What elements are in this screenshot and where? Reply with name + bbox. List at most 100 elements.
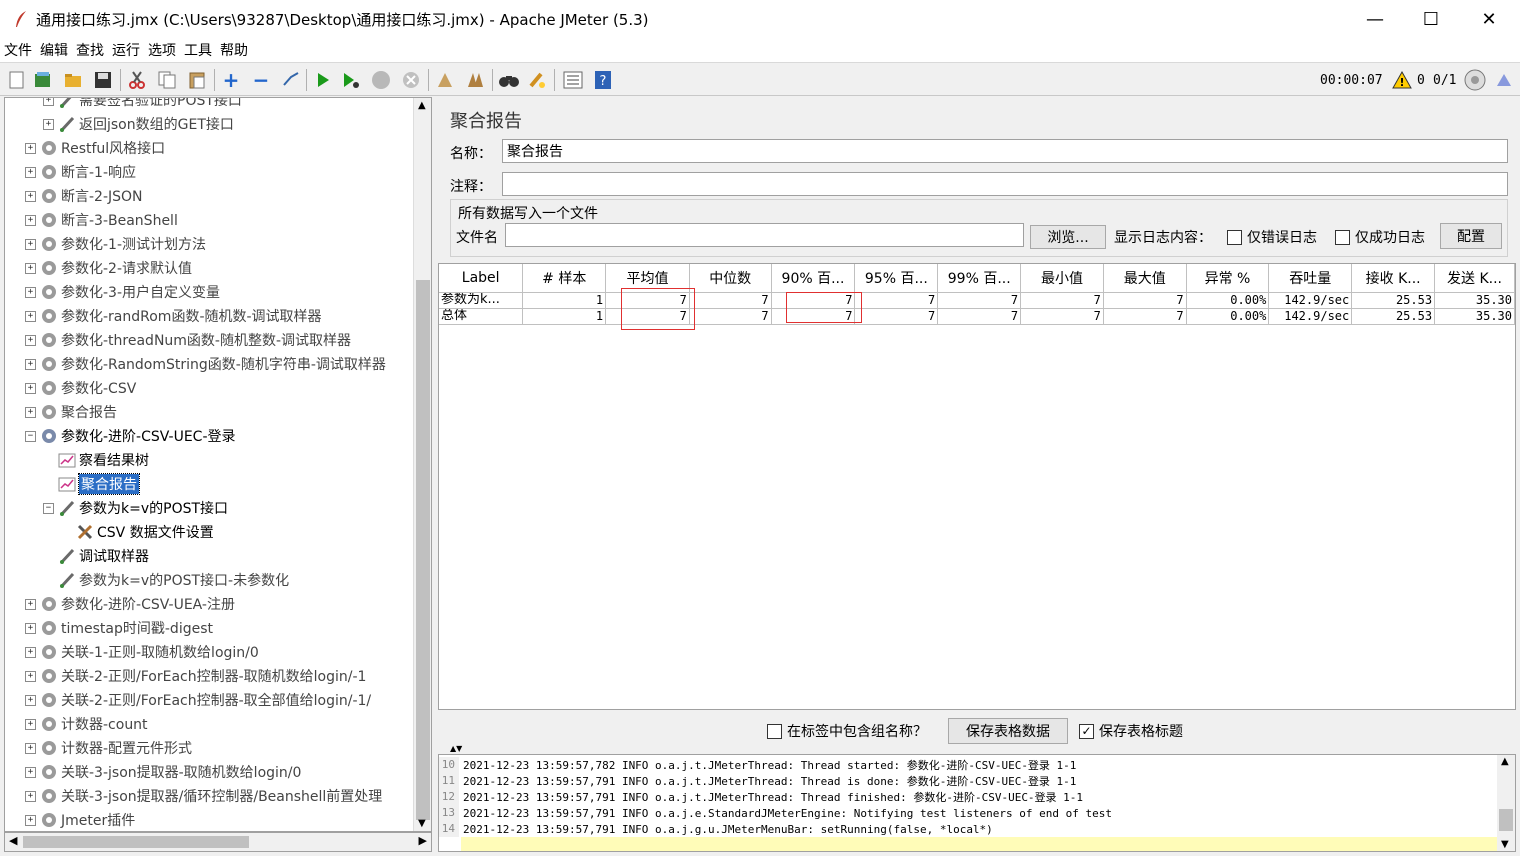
log-scrollbar[interactable]: ▲ ▼ [1497,755,1515,851]
cut-icon[interactable] [126,69,148,91]
tree-item[interactable]: − 参数为k=v的POST接口 [43,496,228,520]
success-only-checkbox[interactable]: 仅成功日志 [1335,227,1425,247]
clear-all-icon[interactable] [464,69,486,91]
toggle-icon[interactable] [280,69,302,91]
log-viewer[interactable]: ▲ ▼ 10 2021-12-23 13:59:57,782 INFO o.a.j… [438,754,1516,852]
expand-toggle-icon[interactable]: + [25,814,36,826]
remote-icon[interactable] [1494,69,1514,91]
tree-item[interactable]: + 需要签名验证的POST接口 [43,98,242,112]
expand-toggle-icon[interactable]: + [25,214,36,226]
expand-toggle-icon[interactable]: + [25,238,36,250]
column-header[interactable]: 接收 K... [1351,264,1436,293]
reset-search-icon[interactable] [526,69,548,91]
table-row[interactable]: 总体 1 7 7 7 7 7 7 7 0.00% 142.9/sec 25.53 35.30 [439,308,1515,325]
search-icon[interactable] [498,69,520,91]
expand-toggle-icon[interactable]: + [25,358,36,370]
tree-item[interactable]: + 参数化-2-请求默认值 [25,256,192,280]
expand-toggle-icon[interactable]: + [25,406,36,418]
minimize-button[interactable]: — [1346,0,1404,38]
column-header[interactable]: Label [439,264,524,293]
tree-item[interactable]: + 关联-1-正则-取随机数给login/0 [25,640,259,664]
column-header[interactable]: 中位数 [689,264,772,293]
expand-toggle-icon[interactable]: + [25,790,36,802]
tree-item[interactable]: + timestap时间戳-digest [25,616,213,640]
expand-toggle-icon[interactable]: − [43,502,54,514]
column-header[interactable]: 最大值 [1103,264,1187,293]
stop-icon[interactable] [370,69,392,91]
function-helper-icon[interactable] [562,69,584,91]
menu-item-1[interactable]: 编辑 [40,40,68,60]
expand-toggle-icon[interactable]: + [25,718,36,730]
test-plan-tree[interactable]: ▲ ▼ + 需要签名验证的POST接口 + 返回json数组的GET接口 + Restfu… [4,97,432,832]
close-button[interactable]: ✕ [1460,0,1518,38]
browse-button[interactable]: 浏览... [1030,225,1106,249]
include-group-checkbox[interactable]: 在标签中包含组名称？ [767,721,927,741]
table-row[interactable]: 参数为k... 1 7 7 7 7 7 7 7 0.00% 142.9/sec 25.53 35.30 [439,292,1515,309]
tree-item[interactable]: + 返回json数组的GET接口 [43,112,234,136]
tree-item[interactable]: + Jmeter插件 [25,808,135,831]
tree-item[interactable]: + 断言-3-BeanShell [25,208,178,232]
menu-item-5[interactable]: 工具 [184,40,212,60]
expand-toggle-icon[interactable]: + [25,622,36,634]
column-header[interactable]: 99% 百... [937,264,1022,293]
menu-item-0[interactable]: 文件 [4,40,32,60]
column-header[interactable]: 95% 百... [854,264,939,293]
clear-icon[interactable] [434,69,456,91]
tree-item[interactable]: + 参数化-RandomString函数-随机字符串-调试取样器 [25,352,386,376]
expand-toggle-icon[interactable]: + [25,166,36,178]
expand-toggle-icon[interactable]: + [43,98,54,106]
tree-item[interactable]: + 断言-1-响应 [25,160,136,184]
expand-toggle-icon[interactable]: + [25,286,36,298]
tree-item[interactable]: + 关联-2-正则/ForEach控制器-取全部值给login/-1/ [25,688,371,712]
start-no-pauses-icon[interactable] [340,69,362,91]
collapse-icon[interactable]: − [250,68,272,92]
expand-toggle-icon[interactable]: + [25,598,36,610]
filename-input[interactable] [505,223,1024,247]
split-handle[interactable]: ▲▼ [450,744,462,753]
expand-icon[interactable]: + [220,68,242,92]
paste-icon[interactable] [186,69,208,91]
tree-item[interactable]: + 聚合报告 [25,400,117,424]
menu-item-2[interactable]: 查找 [76,40,104,60]
start-icon[interactable] [312,69,334,91]
warning-icon[interactable]: ! [1392,69,1412,91]
column-header[interactable]: # 样本 [522,264,607,293]
expand-toggle-icon[interactable]: + [25,310,36,322]
column-header[interactable]: 发送 K... [1434,264,1515,293]
tree-item[interactable]: 参数为k=v的POST接口-未参数化 [43,568,289,592]
expand-toggle-icon[interactable]: + [25,334,36,346]
tree-item[interactable]: + 计数器-count [25,712,148,736]
tree-item[interactable]: CSV 数据文件设置 [61,520,214,544]
column-header[interactable]: 90% 百... [771,264,856,293]
menu-item-6[interactable]: 帮助 [220,40,248,60]
expand-toggle-icon[interactable]: + [25,694,36,706]
configure-button[interactable]: 配置 [1440,223,1502,249]
expand-toggle-icon[interactable]: + [25,190,36,202]
tree-item[interactable]: + 参数化-CSV [25,376,136,400]
tree-item[interactable]: + 参数化-randRom函数-随机数-调试取样器 [25,304,322,328]
tree-item[interactable]: 调试取样器 [43,544,149,568]
tree-item[interactable]: + 参数化-进阶-CSV-UEA-注册 [25,592,235,616]
comment-input[interactable] [502,172,1508,196]
templates-icon[interactable] [32,69,54,91]
menu-item-4[interactable]: 选项 [148,40,176,60]
results-table[interactable]: Label # 样本 平均值 中位数 90% 百... 95% 百... 99% 百... 最… [438,263,1516,710]
new-icon[interactable] [6,69,28,91]
tree-item[interactable]: + 参数化-3-用户自定义变量 [25,280,220,304]
open-icon[interactable] [62,69,84,91]
column-header[interactable]: 吞吐量 [1268,264,1353,293]
expand-toggle-icon[interactable]: + [25,382,36,394]
expand-toggle-icon[interactable]: + [25,142,36,154]
save-header-checkbox[interactable]: ✓ 保存表格标题 [1079,721,1183,741]
expand-toggle-icon[interactable]: + [43,118,54,130]
tree-item[interactable]: 察看结果树 [43,448,149,472]
expand-toggle-icon[interactable]: + [25,646,36,658]
save-table-button[interactable]: 保存表格数据 [948,718,1068,744]
help-icon[interactable]: ? [592,69,614,91]
tree-item[interactable]: − 参数化-进阶-CSV-UEC-登录 [25,424,236,448]
expand-toggle-icon[interactable]: − [25,430,36,442]
tree-item[interactable]: + 关联-3-json提取器/循环控制器/Beanshell前置处理 [25,784,382,808]
tree-vertical-scrollbar[interactable]: ▲ ▼ [413,98,431,831]
tree-item[interactable]: + 计数器-配置元件形式 [25,736,192,760]
name-input[interactable]: 聚合报告 [502,139,1508,163]
